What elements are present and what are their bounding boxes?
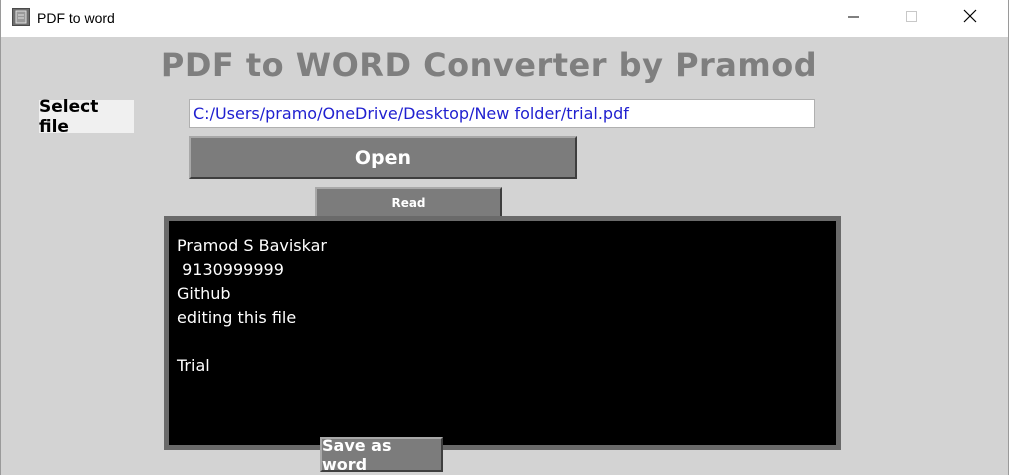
- maximize-button[interactable]: [889, 0, 935, 37]
- select-file-label: Select file: [39, 97, 134, 137]
- page-title: PDF to WORD Converter by Pramod: [160, 46, 818, 84]
- extracted-text-area[interactable]: Pramod S Baviskar 9130999999 Github edit…: [169, 221, 836, 445]
- title-bar[interactable]: PDF to word: [1, 0, 1008, 37]
- close-button[interactable]: [947, 0, 993, 37]
- save-as-word-button[interactable]: Save as word: [320, 436, 443, 474]
- maximize-icon: [906, 10, 918, 28]
- close-icon: [963, 9, 977, 28]
- text-area-frame: Pramod S Baviskar 9130999999 Github edit…: [164, 216, 841, 450]
- app-window: PDF to word PDF to WORD Converter by Pra…: [0, 0, 1009, 475]
- read-button[interactable]: Read: [315, 187, 502, 217]
- open-button[interactable]: Open: [189, 136, 577, 179]
- app-window-icon: [12, 8, 30, 26]
- file-path-input[interactable]: [189, 99, 815, 128]
- window-title: PDF to word: [37, 10, 115, 26]
- minimize-button[interactable]: [831, 0, 877, 37]
- minimize-icon: [848, 10, 860, 28]
